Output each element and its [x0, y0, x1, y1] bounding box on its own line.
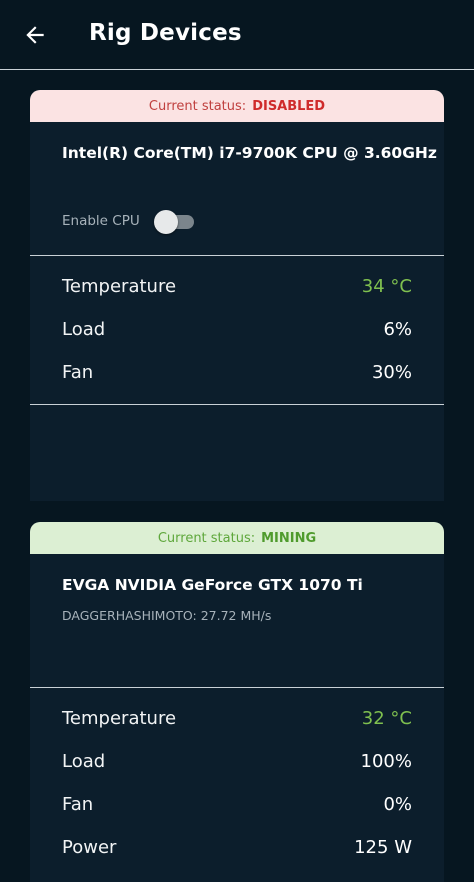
- stat-row-fan: Fan 30%: [62, 362, 412, 383]
- stat-label: Temperature: [62, 708, 177, 729]
- status-bar: Current status: MINING: [30, 522, 444, 554]
- stat-value: 34 °C: [361, 276, 412, 297]
- stat-label: Load: [62, 751, 106, 772]
- enable-cpu-toggle[interactable]: [153, 209, 196, 234]
- stat-value: 30%: [371, 362, 412, 383]
- status-bar: Current status: DISABLED: [30, 90, 444, 122]
- algorithm-hashrate: DAGGERHASHIMOTO: 27.72 MH/s: [62, 608, 272, 623]
- enable-cpu-label: Enable CPU: [62, 213, 140, 229]
- stat-row-fan: Fan 0%: [62, 794, 412, 815]
- device-name: Intel(R) Core(TM) i7-9700K CPU @ 3.60GHz: [62, 144, 437, 162]
- stat-row-load: Load 6%: [62, 319, 412, 340]
- page-title: Rig Devices: [89, 20, 242, 46]
- stat-row-power: Power 125 W: [62, 837, 412, 858]
- stat-label: Power: [62, 837, 117, 858]
- stat-value: 100%: [360, 751, 412, 772]
- stat-label: Load: [62, 319, 106, 340]
- stat-label: Temperature: [62, 276, 177, 297]
- stat-label: Fan: [62, 794, 94, 815]
- back-arrow-icon[interactable]: [22, 22, 48, 48]
- stat-value: 125 W: [354, 837, 412, 858]
- stat-row-temperature: Temperature 34 °C: [62, 276, 412, 297]
- enable-cpu-row: Enable CPU: [62, 209, 196, 234]
- device-name: EVGA NVIDIA GeForce GTX 1070 Ti: [62, 576, 363, 594]
- stat-label: Fan: [62, 362, 94, 383]
- device-card-cpu: Current status: DISABLED Intel(R) Core(T…: [30, 90, 444, 501]
- app-bar: Rig Devices: [0, 0, 474, 70]
- stat-value: 32 °C: [361, 708, 412, 729]
- divider: [30, 687, 444, 688]
- status-label: Current status:: [157, 530, 256, 546]
- divider: [30, 404, 444, 405]
- device-card-gpu: Current status: MINING EVGA NVIDIA GeFor…: [30, 522, 444, 882]
- status-value: DISABLED: [252, 98, 326, 114]
- stat-row-load: Load 100%: [62, 751, 412, 772]
- toggle-thumb: [153, 210, 178, 234]
- status-label: Current status:: [148, 98, 247, 114]
- stat-value: 6%: [383, 319, 412, 340]
- stat-row-temperature: Temperature 32 °C: [62, 708, 412, 729]
- stat-value: 0%: [383, 794, 412, 815]
- divider: [30, 255, 444, 256]
- status-value: MINING: [261, 530, 317, 546]
